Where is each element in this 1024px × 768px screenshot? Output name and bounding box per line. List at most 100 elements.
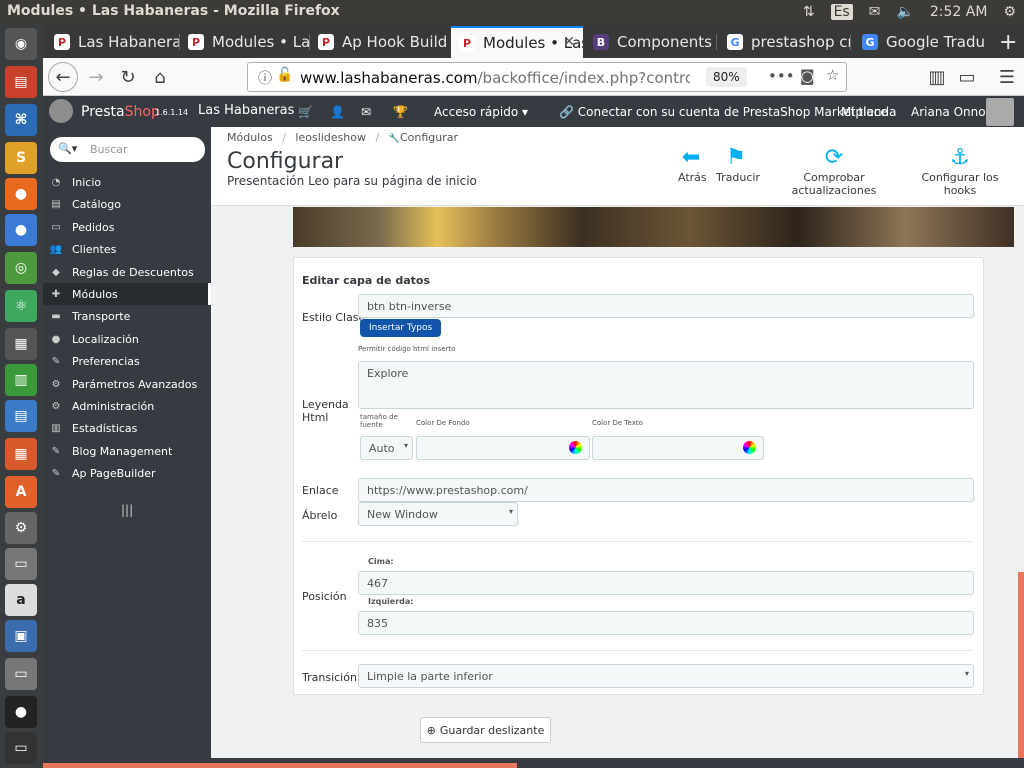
software-center-icon[interactable]: A bbox=[5, 476, 37, 508]
dash-home-icon[interactable]: ◉ bbox=[5, 28, 37, 60]
left-input[interactable]: 835 bbox=[358, 611, 974, 635]
image-viewer-icon[interactable]: ▣ bbox=[5, 620, 37, 652]
tab-ap-hook-builder[interactable]: P Ap Hook Build bbox=[310, 26, 450, 58]
customer-icon[interactable]: 👤 bbox=[330, 105, 345, 119]
save-slider-button[interactable]: ⊕ Guardar deslizante bbox=[420, 717, 551, 743]
sidebar-item-blog[interactable]: ✎ Blog Management bbox=[43, 440, 211, 462]
spreadsheet-icon[interactable]: ▥ bbox=[5, 364, 37, 396]
my-shop-link[interactable]: Mi tienda bbox=[841, 105, 897, 119]
forward-arrow-icon[interactable]: → bbox=[82, 63, 110, 91]
tab-google-translate[interactable]: G Google Tradu bbox=[854, 26, 989, 58]
back-button[interactable]: ⬅ Atrás bbox=[678, 145, 707, 184]
marketplace-link[interactable]: 🔗 Conectar con su cuenta de PrestaShop M… bbox=[559, 105, 888, 119]
tab-components[interactable]: B Components bbox=[585, 26, 717, 58]
chrome-icon[interactable]: ◎ bbox=[5, 252, 37, 284]
sidebar-item-localizacion[interactable]: ● Localización bbox=[43, 328, 211, 350]
url-bar[interactable]: ⓘ 🔓 www.lashabaneras.com/backoffice/inde… bbox=[247, 62, 847, 92]
quick-access-dropdown[interactable]: Acceso rápido ▾ bbox=[434, 105, 528, 119]
amazon-icon[interactable]: a bbox=[5, 584, 37, 616]
reload-icon[interactable]: ↻ bbox=[114, 63, 142, 91]
zoom-indicator[interactable]: 80% bbox=[706, 67, 747, 87]
sidebar-item-modulos[interactable]: ✚ Módulos bbox=[43, 283, 211, 305]
search-input[interactable]: Buscar bbox=[90, 143, 128, 156]
sidebar-item-clientes[interactable]: 👥 Clientes bbox=[43, 238, 211, 260]
search-icon[interactable]: 🔍▾ bbox=[58, 142, 77, 155]
transition-select[interactable]: Limpie la parte inferior ▾ bbox=[358, 664, 974, 688]
tab-modules-active[interactable]: P Modules • Las ✕ bbox=[451, 26, 583, 58]
video-editor-icon[interactable]: ▦ bbox=[5, 328, 37, 360]
tab-google-search[interactable]: G prestashop cr bbox=[719, 26, 851, 58]
tab-las-habaneras[interactable]: P Las Habanera bbox=[46, 26, 180, 58]
network-arrows-icon[interactable]: ⇅ bbox=[803, 4, 815, 20]
menu-hamburger-icon[interactable]: ☰ bbox=[993, 63, 1021, 91]
new-tab-plus-icon[interactable]: + bbox=[991, 26, 1021, 58]
messages-icon[interactable]: ✉ bbox=[361, 105, 371, 119]
library-icon[interactable]: ▥ bbox=[923, 63, 951, 91]
trophy-icon[interactable]: 🏆 bbox=[393, 105, 408, 119]
sidebar-search-box[interactable]: 🔍▾ Buscar bbox=[50, 137, 205, 162]
cart-icon[interactable]: 🛒 bbox=[298, 105, 313, 119]
sidebar-item-preferencias[interactable]: ✎ Preferencias bbox=[43, 350, 211, 372]
top-input[interactable]: 467 bbox=[358, 571, 974, 595]
collapse-sidebar-icon[interactable]: ||| bbox=[121, 503, 133, 517]
power-gear-icon[interactable]: ⚙ bbox=[1003, 4, 1016, 20]
color-wheel-icon[interactable] bbox=[569, 441, 582, 454]
prestashop-logo-icon[interactable] bbox=[49, 99, 73, 123]
keyboard-language-indicator[interactable]: Es bbox=[830, 4, 853, 20]
page-scrollbar[interactable] bbox=[1018, 572, 1024, 758]
font-size-select[interactable]: Auto ▾ bbox=[360, 436, 413, 460]
volume-icon[interactable]: 🔈 bbox=[896, 4, 913, 20]
shop-name-link[interactable]: Las Habaneras bbox=[198, 103, 294, 118]
style-class-input[interactable]: btn btn-inverse bbox=[358, 294, 974, 318]
tab-modules-1[interactable]: P Modules • Las bbox=[180, 26, 310, 58]
user-menu[interactable]: Ariana Onno ▾ bbox=[911, 105, 995, 119]
link-input[interactable]: https://www.prestashop.com/ bbox=[358, 478, 974, 502]
sidebar-item-parametros[interactable]: ⚙ Parámetros Avanzados bbox=[43, 373, 211, 395]
firefox-icon[interactable]: ● bbox=[5, 178, 37, 210]
bg-color-input[interactable] bbox=[416, 436, 590, 460]
firefox-dev-icon[interactable]: ● bbox=[5, 214, 37, 246]
page-actions-icon[interactable]: ••• bbox=[768, 67, 795, 85]
url-text[interactable]: www.lashabaneras.com/backoffice/index.ph… bbox=[300, 69, 690, 87]
sidebar-item-administracion[interactable]: ⚙ Administración bbox=[43, 395, 211, 417]
close-tab-icon[interactable]: ✕ bbox=[563, 34, 575, 50]
pocket-icon[interactable]: ◙ bbox=[800, 67, 815, 85]
files-icon[interactable]: ▤ bbox=[5, 66, 37, 98]
terminal-icon[interactable]: ▭ bbox=[5, 732, 37, 764]
writer-icon[interactable]: ▤ bbox=[5, 400, 37, 432]
drive-2-icon[interactable]: ▭ bbox=[5, 658, 37, 690]
atom-icon[interactable]: ⚛ bbox=[5, 290, 37, 322]
sidebar-item-pedidos[interactable]: ▭ Pedidos bbox=[43, 216, 211, 238]
mail-icon[interactable]: ✉ bbox=[869, 4, 881, 20]
sidebar-item-estadisticas[interactable]: ▥ Estadísticas bbox=[43, 417, 211, 439]
insert-typos-button[interactable]: Insertar Typos bbox=[360, 319, 442, 337]
sublime-text-icon[interactable]: S bbox=[5, 142, 37, 174]
check-updates-button[interactable]: ⟳ Comprobar actualizaciones bbox=[768, 145, 900, 197]
drive-icon[interactable]: ▭ bbox=[5, 548, 37, 580]
color-wheel-icon[interactable] bbox=[743, 441, 756, 454]
open-select[interactable]: New Window ▾ bbox=[358, 502, 518, 526]
breadcrumb-leoslideshow[interactable]: leoslideshow bbox=[295, 131, 366, 144]
configure-hooks-button[interactable]: ⚓ Configurar los hooks bbox=[910, 145, 1010, 197]
info-icon[interactable]: ⓘ bbox=[258, 68, 272, 88]
bookmark-star-icon[interactable]: ☆ bbox=[826, 66, 839, 84]
obs-icon[interactable]: ● bbox=[5, 696, 37, 728]
sidebar-item-catalogo[interactable]: ▤ Catálogo bbox=[43, 193, 211, 215]
caption-html-textarea[interactable]: Explore bbox=[358, 361, 974, 409]
sidebar-toggle-icon[interactable]: ▭ bbox=[953, 63, 981, 91]
avatar[interactable] bbox=[986, 98, 1014, 126]
text-color-input[interactable] bbox=[592, 436, 764, 460]
translate-button[interactable]: ⚑ Traducir bbox=[716, 145, 760, 184]
impress-icon[interactable]: ▦ bbox=[5, 438, 37, 470]
vscode-icon[interactable]: ⌘ bbox=[5, 104, 37, 136]
sidebar-item-pagebuilder[interactable]: ✎ Ap PageBuilder bbox=[43, 462, 211, 484]
sidebar-item-descuentos[interactable]: ◆ Reglas de Descuentos bbox=[43, 261, 211, 283]
back-arrow-icon[interactable]: ← bbox=[48, 62, 78, 92]
sidebar-item-inicio[interactable]: ◔ Inicio bbox=[43, 171, 211, 193]
insecure-lock-icon[interactable]: 🔓 bbox=[276, 67, 293, 83]
clock[interactable]: 2:52 AM bbox=[930, 4, 988, 20]
breadcrumb-modules[interactable]: Módulos bbox=[227, 131, 273, 144]
settings-icon[interactable]: ⚙ bbox=[5, 512, 37, 544]
sidebar-item-transporte[interactable]: ▬ Transporte bbox=[43, 305, 211, 327]
home-icon[interactable]: ⌂ bbox=[146, 63, 174, 91]
